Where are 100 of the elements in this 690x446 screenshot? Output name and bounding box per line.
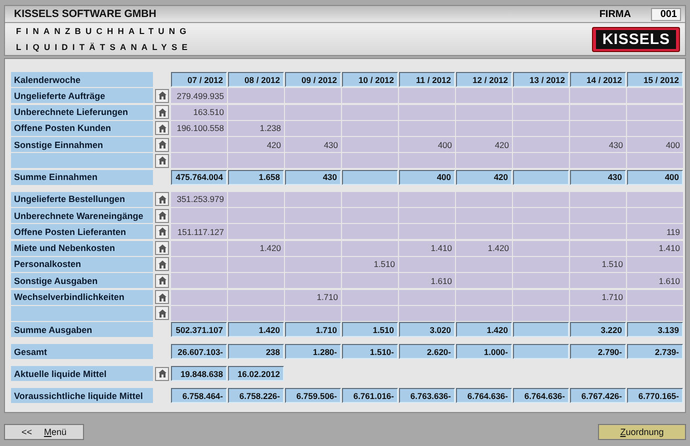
column-header: 13 / 2012: [513, 72, 569, 87]
table-cell: [570, 306, 626, 321]
table-cell: 1.238: [228, 120, 284, 136]
house-icon: [158, 140, 166, 150]
table-cell: [627, 208, 683, 224]
table-cell: [228, 104, 284, 120]
table-cell: 351.253.979: [171, 192, 227, 207]
column-header: 07 / 2012: [171, 72, 227, 87]
row-button[interactable]: [155, 192, 169, 206]
table-cell: [570, 192, 626, 207]
total-cell: 238: [228, 344, 284, 360]
row-label: Aktuelle liquide Mittel: [11, 366, 153, 382]
row-button[interactable]: [155, 154, 169, 168]
total-cell: 1.420: [456, 322, 512, 338]
firma-field[interactable]: 001: [651, 8, 681, 20]
table-cell: [342, 240, 398, 256]
firma-label: FIRMA: [599, 8, 631, 20]
table-cell: [456, 120, 512, 136]
table-cell: [456, 192, 512, 207]
row-button[interactable]: [155, 224, 169, 239]
row-label: Personalkosten: [11, 256, 153, 272]
table-cell: 1.510: [342, 256, 398, 272]
column-header: 14 / 2012: [570, 72, 626, 87]
total-cell: 6.770.165-: [627, 388, 683, 404]
table-cell: [171, 306, 227, 321]
row-label: Summe Ausgaben: [11, 322, 153, 338]
table-cell: [228, 208, 284, 224]
row-label: Offene Posten Lieferanten: [11, 224, 153, 240]
table-cell: 1.410: [627, 240, 683, 256]
row-label: Gesamt: [11, 344, 153, 360]
table-cell: [399, 104, 455, 120]
total-cell: 6.758.226-: [228, 388, 284, 404]
table-cell: [513, 208, 569, 224]
table-cell: [456, 290, 512, 305]
table-cell: [342, 273, 398, 288]
total-cell: 6.758.464-: [171, 388, 227, 404]
assign-button[interactable]: Zuordnung: [598, 424, 686, 440]
row-label: Ungelieferte Aufträge: [11, 88, 153, 104]
column-header: 09 / 2012: [285, 72, 341, 87]
row-button[interactable]: [155, 138, 169, 152]
row-button[interactable]: [155, 105, 169, 120]
table-cell: [285, 273, 341, 288]
table-cell: [456, 153, 512, 168]
row-button[interactable]: [155, 306, 169, 320]
table-cell: [513, 137, 569, 152]
total-cell: 1.710: [285, 322, 341, 338]
total-cell: 400: [627, 170, 683, 185]
column-header: 10 / 2012: [342, 72, 398, 87]
table-cell: [171, 290, 227, 305]
row-label: Sonstige Einnahmen: [11, 137, 153, 152]
row-label: Unberechnete Lieferungen: [11, 104, 153, 120]
table-cell: [456, 273, 512, 288]
table-cell: [513, 224, 569, 240]
row-button[interactable]: [155, 366, 169, 381]
table-cell: [342, 88, 398, 104]
row-button[interactable]: [155, 208, 169, 223]
table-cell: [513, 240, 569, 256]
table-cell: [627, 192, 683, 207]
table-cell: 400: [399, 137, 455, 152]
column-header: 12 / 2012: [456, 72, 512, 87]
row-button[interactable]: [155, 241, 169, 256]
total-cell: [513, 170, 569, 185]
total-cell: 2.739-: [627, 344, 683, 360]
house-icon: [158, 156, 166, 166]
table-cell: [342, 224, 398, 240]
table-cell: 420: [456, 137, 512, 152]
total-cell: 1.280-: [285, 344, 341, 360]
table-cell: 1.420: [456, 240, 512, 256]
row-button[interactable]: [155, 274, 169, 288]
house-icon: [158, 308, 166, 318]
table-cell: [342, 192, 398, 207]
total-cell: 19.848.638: [171, 366, 227, 382]
table-cell: 1.410: [399, 240, 455, 256]
table-cell: 1.610: [627, 273, 683, 288]
table-cell: [342, 137, 398, 152]
total-cell: [342, 170, 398, 185]
total-cell: 430: [285, 170, 341, 185]
table-cell: [228, 256, 284, 272]
table-cell: [342, 290, 398, 305]
total-cell: 3.020: [399, 322, 455, 338]
row-button[interactable]: [155, 257, 169, 272]
row-button[interactable]: [155, 121, 169, 136]
row-label: Miete und Nebenkosten: [11, 240, 153, 256]
table-cell: 151.117.127: [171, 224, 227, 240]
menu-button[interactable]: << Menü: [4, 424, 84, 440]
table-cell: [228, 224, 284, 240]
table-cell: 430: [570, 137, 626, 152]
total-cell: 1.000-: [456, 344, 512, 360]
table-cell: [228, 192, 284, 207]
table-cell: [627, 120, 683, 136]
table-cell: [285, 208, 341, 224]
column-header: 08 / 2012: [228, 72, 284, 87]
table-cell: [570, 208, 626, 224]
row-button[interactable]: [155, 290, 169, 304]
table-cell: [285, 104, 341, 120]
total-cell: 6.763.636-: [399, 388, 455, 404]
table-cell: [627, 88, 683, 104]
row-button[interactable]: [155, 88, 169, 103]
table-cell: [342, 120, 398, 136]
table-cell: [456, 208, 512, 224]
